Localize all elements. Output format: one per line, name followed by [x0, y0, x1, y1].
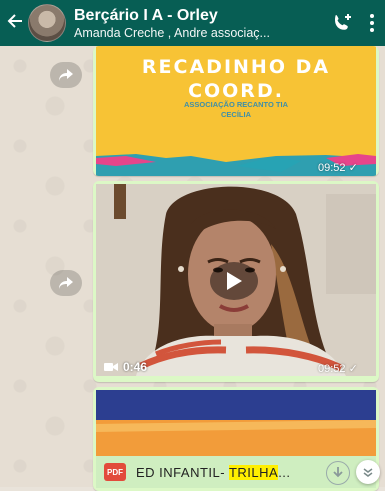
check-icon: ✓: [348, 162, 358, 174]
poster-heading-2: COORD.: [188, 80, 284, 102]
time-text: 09:52: [318, 363, 346, 375]
video-camera-icon: [104, 363, 118, 371]
document-name-suffix: ...: [278, 464, 291, 480]
group-avatar[interactable]: [28, 4, 66, 42]
message-time: 09:52 ✓: [318, 161, 358, 174]
scroll-to-bottom-button[interactable]: [356, 460, 380, 484]
document-preview[interactable]: [96, 390, 376, 456]
document-message-bubble[interactable]: PDF ED INFANTIL- TRILHA...: [93, 387, 379, 491]
chat-title-area[interactable]: Berçário I A - Orley Amanda Creche , And…: [74, 6, 331, 41]
add-call-icon[interactable]: [331, 11, 355, 35]
download-icon[interactable]: [326, 461, 350, 485]
chat-title: Berçário I A - Orley: [74, 6, 218, 24]
document-name-prefix: ED INFANTIL-: [136, 464, 229, 480]
check-icon: ✓: [348, 363, 358, 375]
time-text: 09:52: [318, 162, 346, 174]
document-name: ED INFANTIL- TRILHA...: [136, 464, 291, 480]
poster-heading-1: RECADINHO DA: [141, 56, 331, 78]
more-options-icon[interactable]: [369, 14, 375, 32]
poster-image[interactable]: RECADINHO DA COORD. ASSOCIAÇÃO RECANTO T…: [96, 46, 376, 176]
chevron-down-icon: [363, 468, 373, 477]
video-duration: 0:46: [104, 360, 147, 374]
poster-caption-2: CECÍLIA: [221, 110, 251, 119]
document-info-row[interactable]: PDF ED INFANTIL- TRILHA...: [96, 456, 376, 488]
back-arrow-icon[interactable]: [6, 12, 26, 34]
document-name-highlight: TRILHA: [228, 464, 279, 480]
chat-participants: Amanda Creche , Andre associaç...: [74, 25, 270, 40]
message-time: 09:52 ✓: [318, 362, 358, 375]
video-message-bubble[interactable]: 0:46 09:52 ✓: [93, 181, 379, 382]
play-icon[interactable]: [210, 262, 258, 300]
forward-icon[interactable]: [50, 270, 82, 296]
video-thumbnail[interactable]: 0:46 09:52 ✓: [96, 184, 376, 376]
poster-caption-1: ASSOCIAÇÃO RECANTO TIA: [183, 100, 289, 109]
forward-icon[interactable]: [50, 62, 82, 88]
image-message-bubble[interactable]: RECADINHO DA COORD. ASSOCIAÇÃO RECANTO T…: [93, 46, 379, 176]
chat-header: Berçário I A - Orley Amanda Creche , And…: [0, 0, 385, 46]
duration-text: 0:46: [123, 360, 148, 374]
pdf-file-icon: PDF: [104, 463, 126, 481]
